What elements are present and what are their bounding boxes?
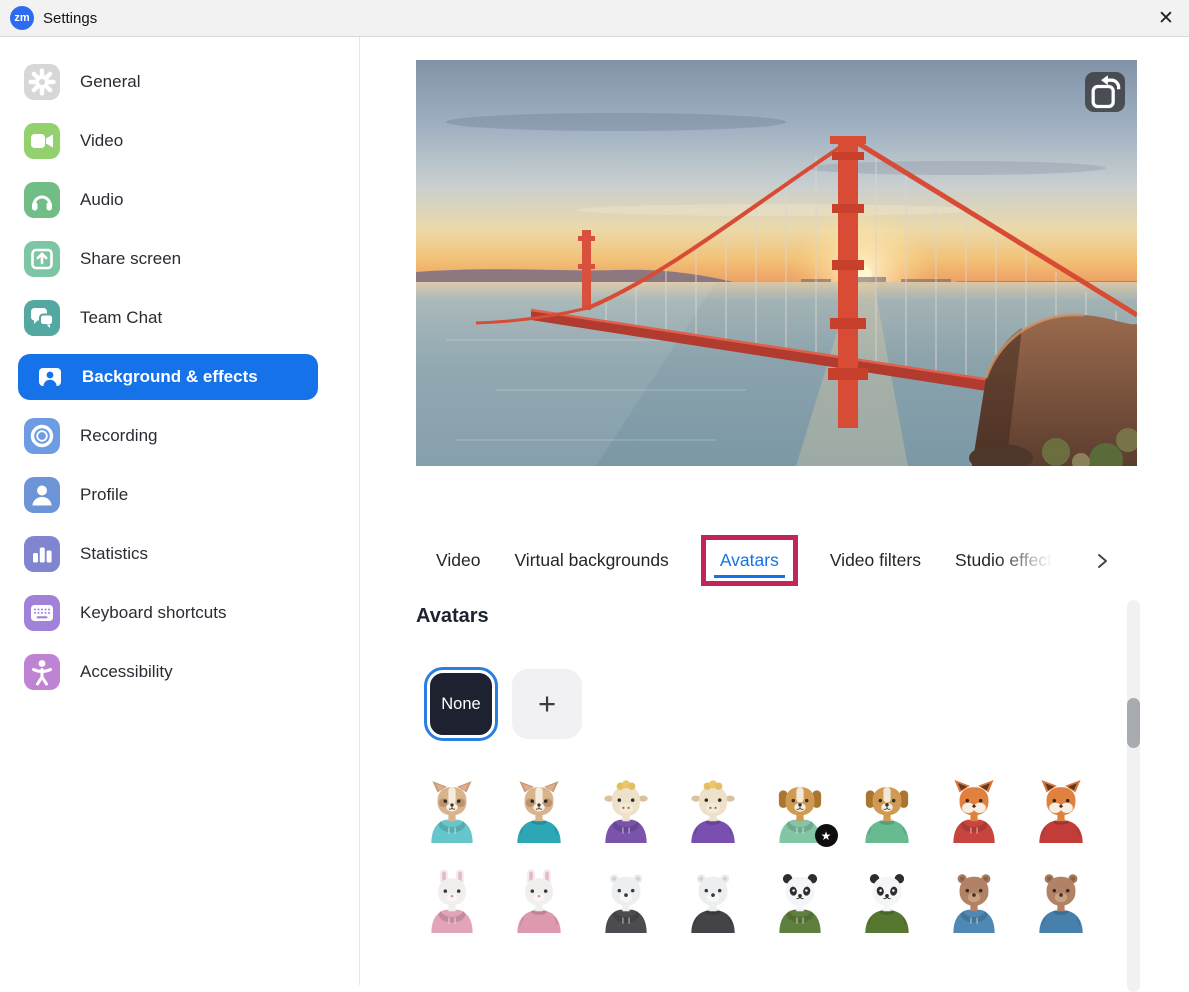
chat-bubbles-icon xyxy=(24,300,60,336)
window-title: Settings xyxy=(43,10,97,27)
gear-icon xyxy=(24,64,60,100)
settings-sidebar: General Video Audio Share screen Team Chat Ba… xyxy=(0,37,360,985)
person-icon xyxy=(24,477,60,513)
tab-video-filters[interactable]: Video filters xyxy=(828,539,923,582)
rotate-preview-button[interactable] xyxy=(1085,72,1125,112)
chevron-right-icon[interactable] xyxy=(1095,551,1110,571)
headphones-icon xyxy=(24,182,60,218)
sidebar-item-label: Accessibility xyxy=(80,662,173,682)
sidebar-item-accessibility[interactable]: Accessibility xyxy=(24,654,359,690)
avatar-cow-tshirt[interactable] xyxy=(680,779,746,845)
avatar-grid: ★ xyxy=(408,779,1104,935)
sidebar-item-general[interactable]: General xyxy=(24,64,359,100)
sidebar-item-label: Keyboard shortcuts xyxy=(80,603,226,623)
sidebar-list: General Video Audio Share screen Team Chat Ba… xyxy=(0,37,359,690)
sidebar-item-label: Recording xyxy=(80,426,158,446)
avatar-corgi-tshirt[interactable] xyxy=(506,779,572,845)
avatar-fox-tshirt[interactable] xyxy=(1028,779,1094,845)
rotate-icon xyxy=(1085,60,1125,295)
sidebar-item-profile[interactable]: Profile xyxy=(24,477,359,513)
scrollbar-track[interactable] xyxy=(1127,600,1140,992)
avatar-rabbit-hoodie[interactable] xyxy=(419,869,485,935)
main-panel: Video Virtual backgrounds Avatars Video fil… xyxy=(360,37,1189,985)
sidebar-item-video[interactable]: Video xyxy=(24,123,359,159)
record-ring-icon xyxy=(24,418,60,454)
tab-studio-effects[interactable]: Studio effects xyxy=(953,539,1063,582)
sidebar-item-label: Share screen xyxy=(80,249,181,269)
avatar-polarbear-hoodie[interactable] xyxy=(593,869,659,935)
tab-virtual-backgrounds[interactable]: Virtual backgrounds xyxy=(512,539,670,582)
avatar-picker-row: None + xyxy=(427,669,582,739)
avatar-corgi-hoodie[interactable] xyxy=(419,779,485,845)
avatar-rabbit-tshirt[interactable] xyxy=(506,869,572,935)
add-avatar-button[interactable]: + xyxy=(512,669,582,739)
star-badge-icon: ★ xyxy=(815,824,838,847)
avatar-none-button[interactable]: None xyxy=(427,670,495,738)
avatar-panda-hoodie[interactable] xyxy=(767,869,833,935)
virtual-background-preview xyxy=(416,60,1137,466)
sidebar-item-label: Video xyxy=(80,131,123,151)
sidebar-item-recording[interactable]: Recording xyxy=(24,418,359,454)
sidebar-item-background-effects[interactable]: Background & effects xyxy=(18,354,318,400)
accessibility-icon xyxy=(24,654,60,690)
avatars-section-title: Avatars xyxy=(416,605,489,628)
tab-avatars[interactable]: Avatars xyxy=(701,535,798,586)
sidebar-item-share-screen[interactable]: Share screen xyxy=(24,241,359,277)
sidebar-item-team-chat[interactable]: Team Chat xyxy=(24,300,359,336)
window-titlebar: zm Settings ✕ xyxy=(0,0,1189,37)
avatar-polarbear-tshirt[interactable] xyxy=(680,869,746,935)
avatar-fox-hoodie[interactable] xyxy=(941,779,1007,845)
avatar-cow-hoodie[interactable] xyxy=(593,779,659,845)
bar-chart-icon xyxy=(24,536,60,572)
avatar-bear-hoodie[interactable] xyxy=(941,869,1007,935)
person-in-frame-icon xyxy=(32,359,68,395)
avatar-bear-tshirt[interactable] xyxy=(1028,869,1094,935)
video-camera-icon xyxy=(24,123,60,159)
sidebar-item-statistics[interactable]: Statistics xyxy=(24,536,359,572)
sidebar-item-label: Team Chat xyxy=(80,308,162,328)
avatar-beagle-hoodie[interactable]: ★ xyxy=(767,779,833,845)
keyboard-icon xyxy=(24,595,60,631)
sidebar-item-label: General xyxy=(80,72,140,92)
sidebar-item-label: Background & effects xyxy=(82,367,258,387)
sidebar-item-label: Statistics xyxy=(80,544,148,564)
sidebar-item-keyboard-shortcuts[interactable]: Keyboard shortcuts xyxy=(24,595,359,631)
golden-gate-bridge-image xyxy=(416,60,1137,466)
scrollbar-thumb[interactable] xyxy=(1127,698,1140,748)
tab-video[interactable]: Video xyxy=(434,539,482,582)
sidebar-item-audio[interactable]: Audio xyxy=(24,182,359,218)
avatar-beagle-tshirt[interactable] xyxy=(854,779,920,845)
share-screen-icon xyxy=(24,241,60,277)
background-effects-tabs: Video Virtual backgrounds Avatars Video fil… xyxy=(434,535,1110,586)
sidebar-item-label: Audio xyxy=(80,190,123,210)
close-icon[interactable]: ✕ xyxy=(1149,3,1183,33)
sidebar-item-label: Profile xyxy=(80,485,128,505)
avatar-panda-tshirt[interactable] xyxy=(854,869,920,935)
zoom-logo: zm xyxy=(10,6,34,30)
